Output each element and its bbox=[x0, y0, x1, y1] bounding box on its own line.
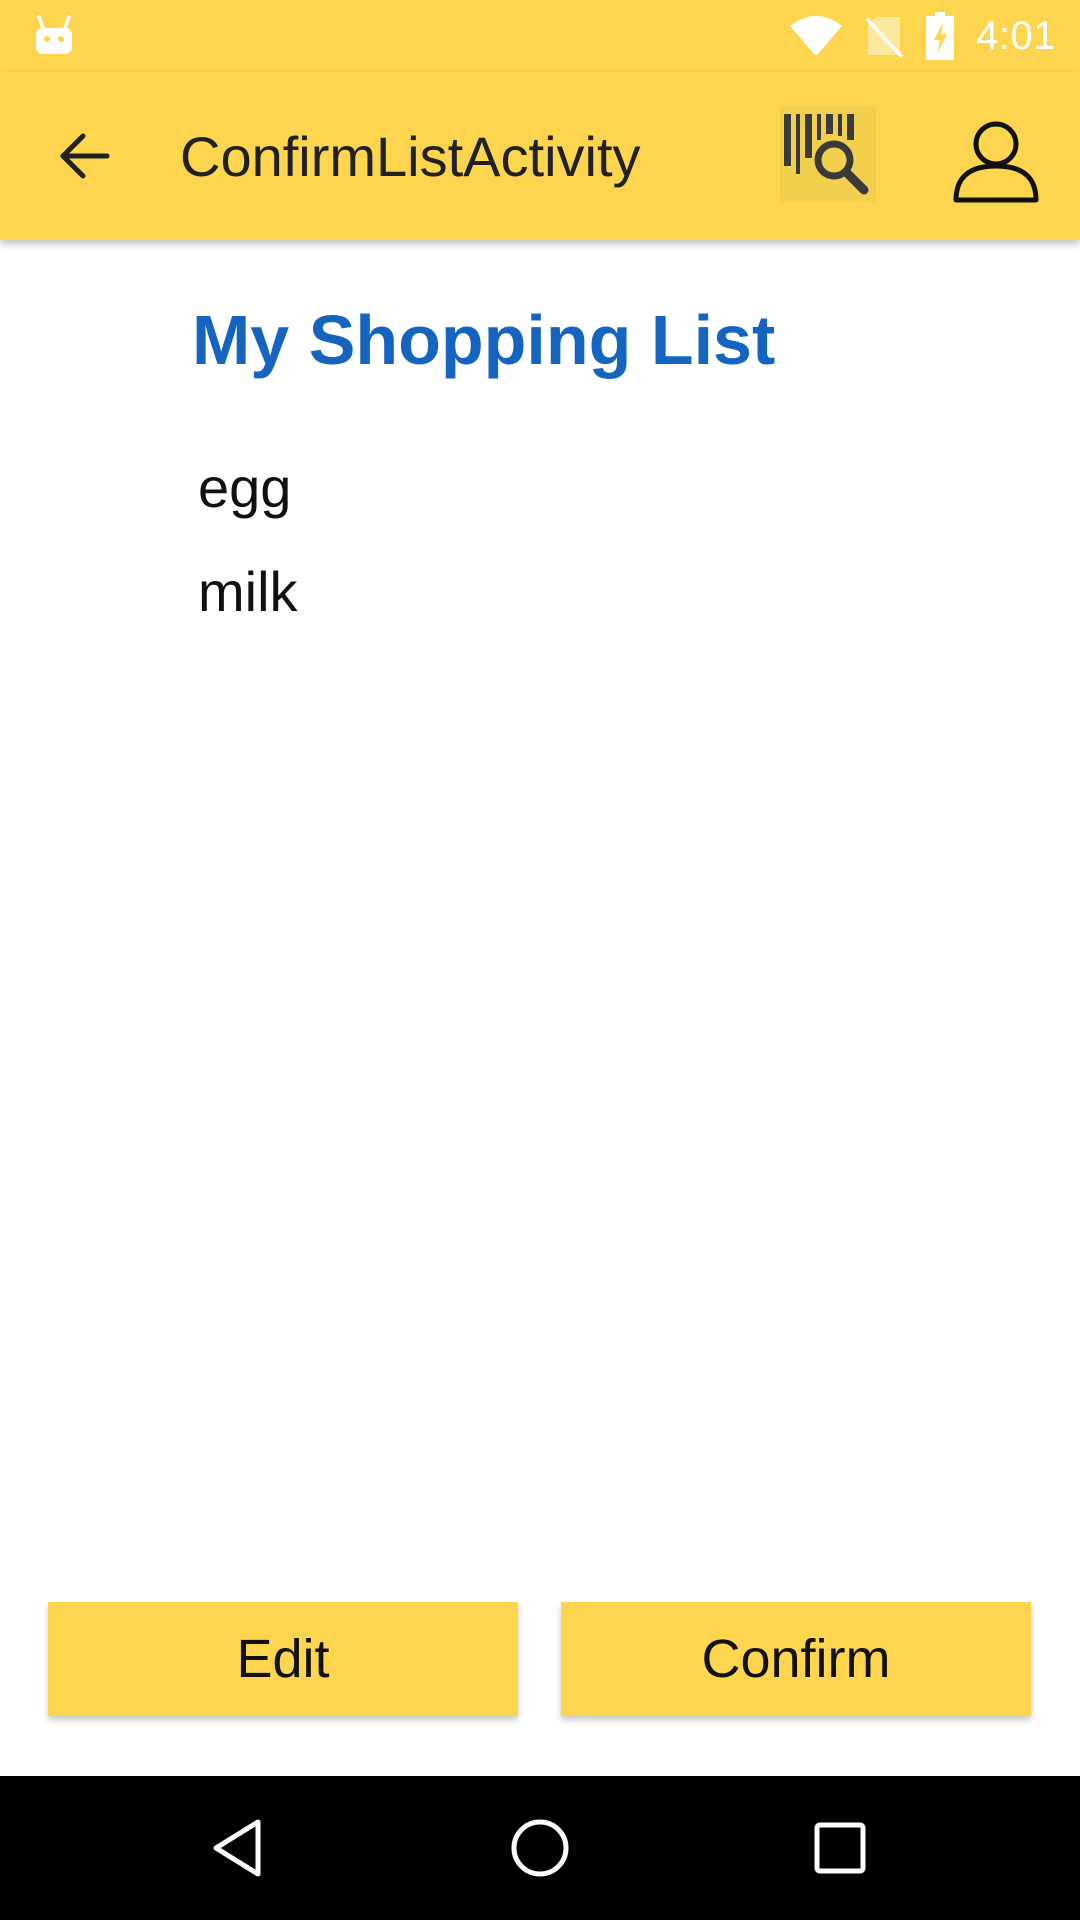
status-bar: 4:01 bbox=[0, 0, 1080, 72]
nav-recents-button[interactable] bbox=[790, 1798, 890, 1898]
main-content: My Shopping List egg milk bbox=[0, 240, 1080, 1776]
status-icons: 4:01 bbox=[788, 0, 1056, 72]
nav-home-icon bbox=[511, 1819, 569, 1877]
barcode-scan-button[interactable] bbox=[780, 106, 876, 202]
shopping-list: egg milk bbox=[198, 436, 298, 644]
android-notification-icon bbox=[36, 15, 72, 54]
account-icon bbox=[953, 121, 1039, 203]
no-sim-icon bbox=[865, 17, 904, 59]
list-item: milk bbox=[198, 560, 298, 623]
nav-back-icon bbox=[213, 1819, 261, 1877]
edit-button[interactable]: Edit bbox=[48, 1602, 518, 1716]
nav-recents-icon bbox=[814, 1822, 866, 1874]
battery-charging-icon bbox=[926, 12, 955, 60]
app-bar: ConfirmListActivity bbox=[0, 72, 1080, 240]
back-button[interactable] bbox=[40, 116, 130, 196]
account-button[interactable] bbox=[948, 112, 1044, 208]
nav-back-button[interactable] bbox=[190, 1798, 290, 1898]
nav-home-button[interactable] bbox=[490, 1798, 590, 1898]
page-title: ConfirmListActivity bbox=[180, 125, 641, 188]
barcode-search-icon bbox=[784, 114, 869, 195]
navigation-bar bbox=[0, 1776, 1080, 1920]
list-item: egg bbox=[198, 456, 292, 519]
arrow-back-icon bbox=[60, 133, 110, 179]
shopping-list-heading: My Shopping List bbox=[192, 301, 776, 379]
status-time: 4:01 bbox=[976, 13, 1056, 58]
screen: 4:01 ConfirmListActivity My Shopping Lis… bbox=[0, 0, 1080, 1920]
wifi-icon bbox=[790, 16, 843, 56]
confirm-button[interactable]: Confirm bbox=[561, 1602, 1031, 1716]
